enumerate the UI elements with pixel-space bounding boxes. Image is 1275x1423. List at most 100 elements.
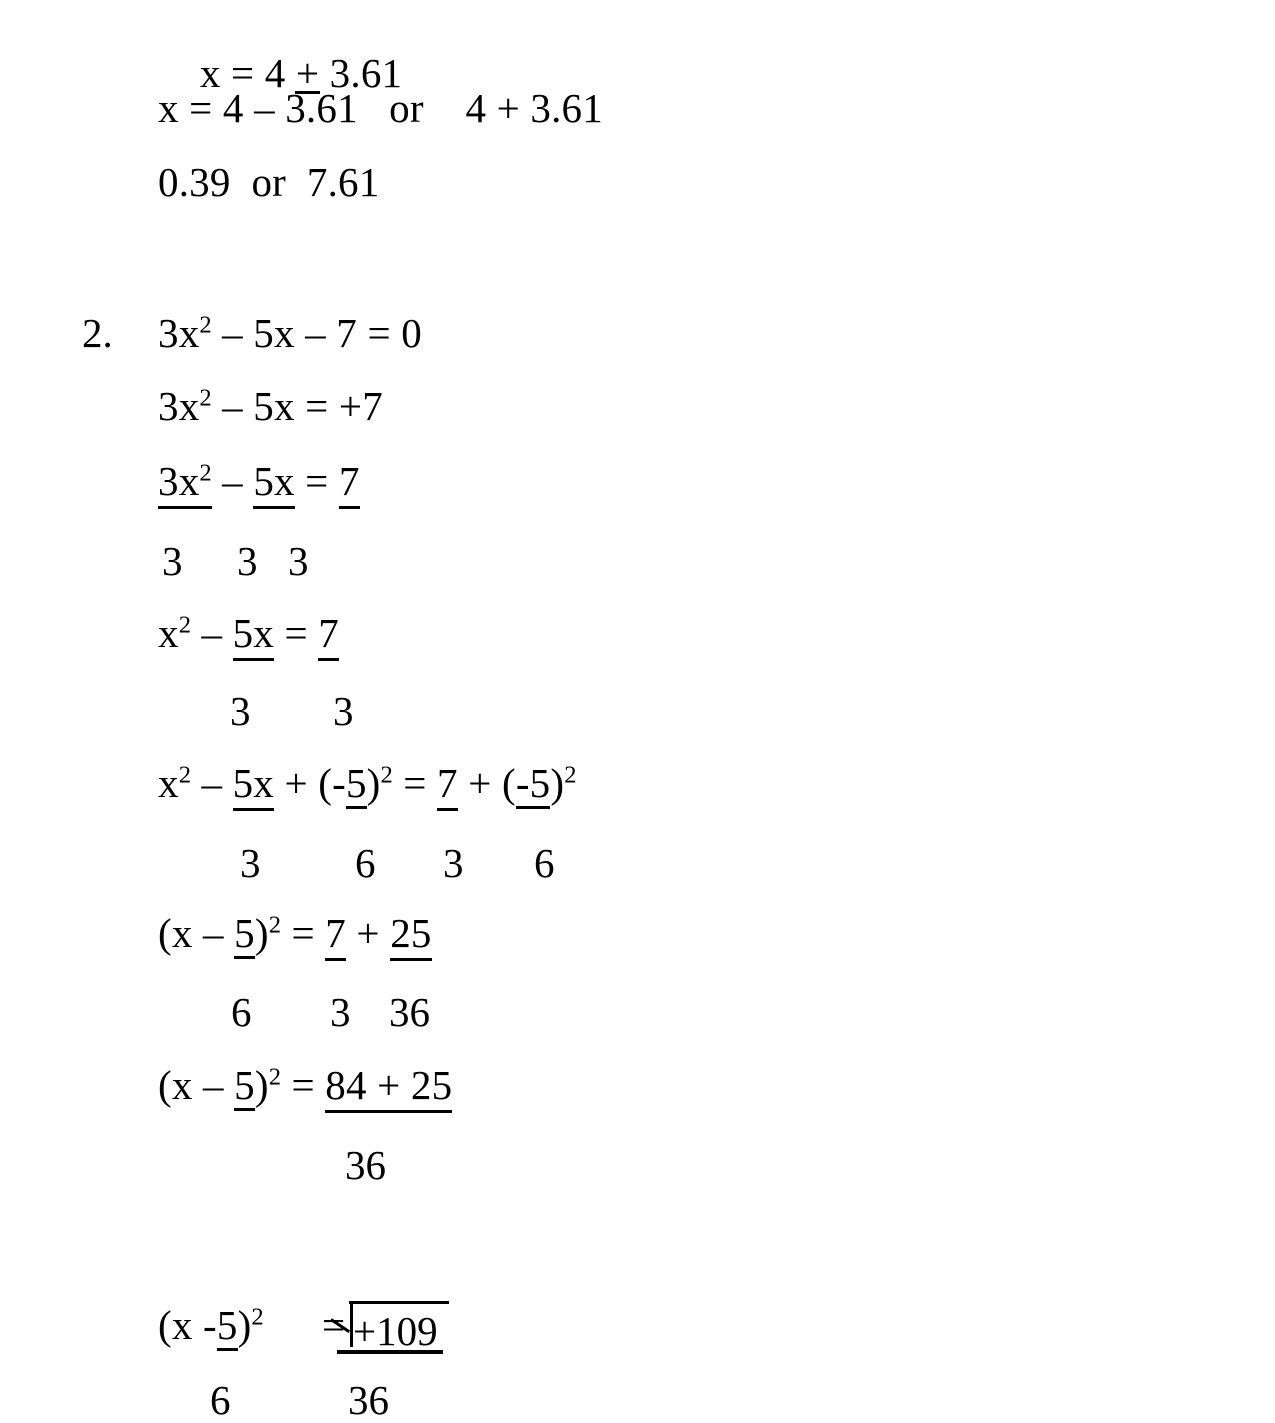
- operator-equals: =: [281, 1062, 326, 1108]
- close-paren: ): [550, 760, 565, 806]
- fraction-denominator-3-h: 3: [330, 992, 351, 1033]
- exponent: 2: [251, 1303, 264, 1331]
- radicand-value: +109: [353, 1311, 438, 1352]
- radicand-text: +109: [353, 1308, 438, 1354]
- denominator-value: 3: [230, 688, 251, 734]
- numerator-text: 5: [216, 1302, 238, 1348]
- fraction-numerator-5x: 5x: [253, 461, 296, 509]
- term-lead: x: [158, 610, 179, 656]
- fraction-numerator-5: 5: [216, 1302, 238, 1351]
- numerator-text: 7: [338, 458, 360, 504]
- numerator-text: 7: [437, 760, 458, 806]
- close-paren: ): [366, 760, 381, 806]
- fraction-numerator-7: 7: [437, 760, 458, 811]
- fraction-numerator-5-left: 5: [345, 760, 367, 809]
- term-lead: 3x: [158, 383, 200, 429]
- equation-text: x = 4 – 3.61 or 4 + 3.61: [158, 85, 603, 131]
- exponent: 2: [380, 761, 393, 789]
- fraction-numerator-5: 5: [234, 1065, 255, 1111]
- term-rest: – 5x = +7: [211, 383, 383, 429]
- fraction-denominator-3-d: 3: [230, 691, 251, 732]
- fraction-denominator-6-d: 6: [210, 1380, 231, 1421]
- fraction-numerator-5: 5: [234, 913, 255, 959]
- term-lead: x: [158, 760, 179, 806]
- numerator-text: 25: [390, 910, 432, 956]
- denominator-value: 3: [288, 538, 309, 584]
- fraction-denominator-3-c: 3: [288, 541, 309, 582]
- denominator-value: 6: [231, 989, 252, 1035]
- fraction-denominator-6-c: 6: [231, 992, 252, 1033]
- exponent: 2: [178, 761, 191, 789]
- operator-equals: =: [392, 760, 438, 806]
- equation-line-common-denominator: (x – 5)2 = 84 + 25: [158, 1062, 453, 1113]
- operator-plus-open-paren: + (-: [274, 760, 346, 806]
- fraction-denominator-3-g: 3: [443, 843, 464, 884]
- fraction-denominator-3-b: 3: [237, 541, 258, 582]
- worksheet-page: x = 4 + 3.61 x = 4 – 3.61 or 4 + 3.61 0.…: [0, 0, 1275, 1421]
- equation-line-complete-the-square: x2 – 5x + (-5)2 = 7 + (-5)2: [158, 760, 577, 811]
- denominator-value: 6: [534, 840, 555, 886]
- denominator-value: 3: [240, 840, 261, 886]
- open-paren-x-minus: (x –: [158, 1062, 235, 1108]
- fraction-numerator-5x: 5x: [232, 760, 275, 811]
- denominator-value: 6: [355, 840, 376, 886]
- exponent: 2: [199, 311, 212, 339]
- fraction-numerator-7: 7: [325, 913, 346, 961]
- denominator-value: 36: [389, 989, 430, 1035]
- denominator-value: 3: [162, 538, 183, 584]
- numerator-text: 5: [345, 760, 367, 806]
- equation-line-square-root-step: (x -5)2: [158, 1302, 264, 1351]
- operator-plus-open-paren: + (: [457, 760, 516, 806]
- fraction-numerator-25: 25: [390, 910, 433, 961]
- operator-minus: –: [191, 760, 233, 806]
- denominator-value: 3: [237, 538, 258, 584]
- fraction-bar-under-radical: [337, 1350, 443, 1354]
- fraction-denominator-36-a: 36: [389, 992, 430, 1033]
- denominator-value: 3: [333, 688, 354, 734]
- fraction-denominator-3-e: 3: [333, 691, 354, 732]
- denominator-value: 36: [345, 1142, 386, 1188]
- equation-line-x-equals-4-minus-or-plus: x = 4 – 3.61 or 4 + 3.61: [158, 88, 603, 129]
- equation-line-monic-numerators: x2 – 5x = 7: [158, 610, 339, 661]
- operator-equals: =: [274, 610, 319, 656]
- denominator-value: 6: [210, 1377, 231, 1423]
- fraction-denominator-36-c: 36: [348, 1380, 389, 1421]
- numerator-text: 3x: [158, 458, 200, 504]
- exponent: 2: [268, 911, 282, 939]
- fraction-denominator-3-a: 3: [162, 541, 183, 582]
- operator-plus: +: [345, 910, 391, 956]
- exponent: 2: [178, 611, 191, 639]
- denominator-value: 3: [443, 840, 464, 886]
- fraction-denominator-6-b: 6: [534, 843, 555, 884]
- exponent: 2: [564, 761, 577, 789]
- close-paren: ): [237, 1302, 252, 1348]
- open-paren-x-minus: (x -: [158, 1302, 217, 1348]
- fraction-numerator-minus5-right: -5: [515, 760, 551, 809]
- numerator-text: -5: [515, 760, 551, 806]
- open-paren-x-minus: (x –: [158, 910, 235, 956]
- exponent: 2: [199, 384, 212, 412]
- numerator-text: 5x: [232, 610, 275, 656]
- exponent: 2: [199, 459, 212, 487]
- term-rest: – 5x – 7 = 0: [211, 310, 422, 356]
- operator-equals: =: [294, 458, 339, 504]
- fraction-numerator-7: 7: [338, 458, 360, 509]
- equation-line-divide-by-3-numerators: 3x2 – 5x = 7: [158, 458, 360, 509]
- problem-number-label: 2.: [82, 310, 113, 356]
- fraction-numerator-3x2: 3x2: [158, 458, 212, 509]
- close-paren: ): [254, 1062, 269, 1108]
- fraction-numerator-84-plus-25: 84 + 25: [325, 1065, 453, 1113]
- denominator-value: 36: [348, 1377, 389, 1423]
- fraction-denominator-6-a: 6: [355, 843, 376, 884]
- fraction-denominator-36-b: 36: [345, 1145, 386, 1186]
- equation-text: 0.39 or 7.61: [158, 159, 380, 205]
- problem-number-2: 2.: [82, 313, 113, 354]
- operator-minus: –: [211, 458, 254, 504]
- numerator-text: 5x: [232, 760, 275, 806]
- term-lead: 3x: [158, 310, 200, 356]
- close-paren: ): [254, 910, 269, 956]
- exponent: 2: [268, 1063, 282, 1091]
- radical-vinculum-bar: [349, 1301, 449, 1304]
- equation-line-standard-form: 3x2 – 5x – 7 = 0: [158, 313, 422, 354]
- fraction-denominator-3-f: 3: [240, 843, 261, 884]
